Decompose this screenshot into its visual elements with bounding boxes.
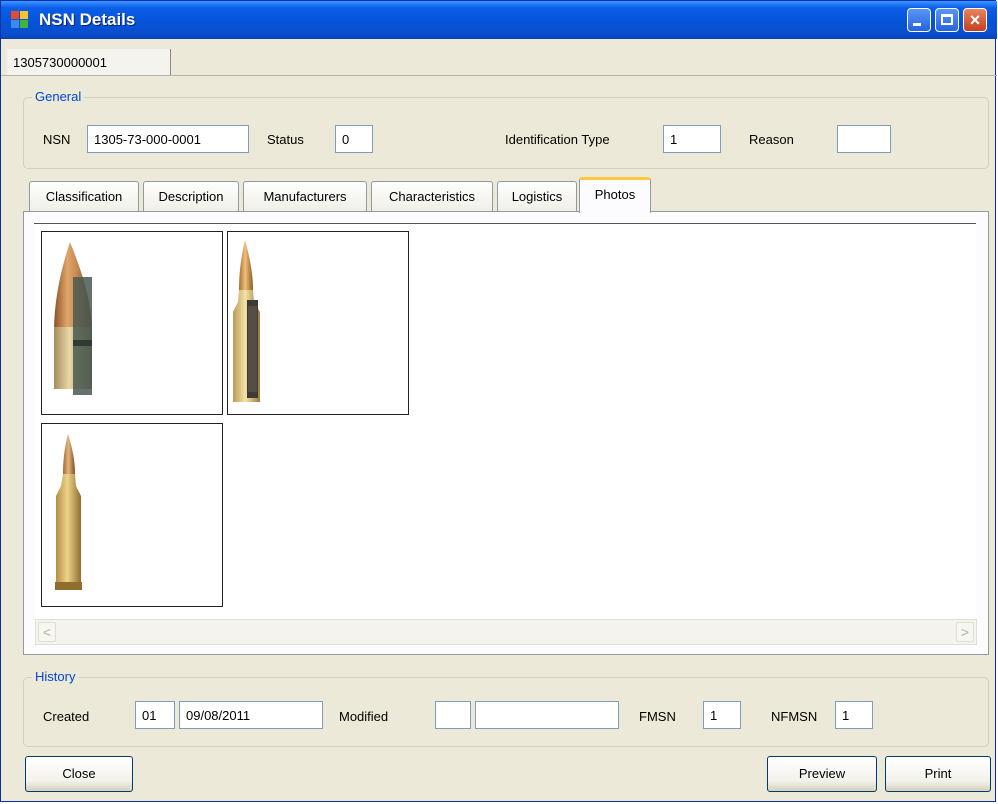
modified-code-field[interactable]: [435, 701, 471, 729]
document-tab-label: 1305730000001: [13, 55, 107, 70]
tab-photos[interactable]: Photos: [579, 177, 651, 213]
modified-label: Modified: [339, 709, 389, 724]
history-group-label: History: [32, 669, 79, 684]
maximize-button[interactable]: [935, 8, 959, 32]
cartridge-full-image: [55, 434, 82, 590]
document-tab-divider: [1, 75, 997, 76]
bullet-closeup-image: [54, 242, 92, 395]
close-window-button[interactable]: ×: [963, 8, 987, 32]
window-title: NSN Details: [39, 10, 136, 29]
identification-type-label: Identification Type: [505, 132, 610, 147]
minimize-button[interactable]: [907, 8, 931, 32]
reason-label: Reason: [749, 132, 794, 147]
created-date-field[interactable]: 09/08/2011: [179, 701, 323, 729]
tab-description[interactable]: Description: [143, 181, 239, 211]
reason-field[interactable]: [837, 125, 891, 153]
print-button[interactable]: Print: [885, 756, 991, 792]
scroll-left-icon[interactable]: <: [38, 622, 56, 642]
nfmsn-label: NFMSN: [771, 709, 818, 724]
cartridge-cutaway-image: [233, 240, 260, 402]
created-label: Created: [43, 709, 90, 724]
status-label: Status: [267, 132, 304, 147]
close-button[interactable]: Close: [25, 756, 133, 792]
created-code-field[interactable]: 01: [135, 701, 175, 729]
title-bar[interactable]: NSN Details ×: [1, 1, 997, 39]
horizontal-scrollbar[interactable]: < >: [35, 619, 977, 645]
nsn-label: NSN: [43, 132, 71, 147]
preview-button[interactable]: Preview: [767, 756, 877, 792]
nsn-field[interactable]: 1305-73-000-0001: [87, 125, 249, 153]
nfmsn-field[interactable]: 1: [835, 701, 873, 729]
photo-thumbnail[interactable]: [227, 231, 409, 415]
tab-manufacturers[interactable]: Manufacturers: [243, 181, 367, 211]
close-icon: ×: [969, 10, 981, 30]
identification-type-field[interactable]: 1: [663, 125, 721, 153]
photo-thumbnail[interactable]: [41, 423, 223, 607]
photo-gallery: [34, 223, 976, 620]
fmsn-label: FMSN: [639, 709, 676, 724]
nsn-details-window: NSN Details × 1305730000001 General NSN …: [0, 0, 997, 802]
document-tab[interactable]: 1305730000001: [7, 49, 171, 75]
tab-characteristics[interactable]: Characteristics: [371, 181, 493, 211]
status-field[interactable]: 0: [335, 125, 373, 153]
photo-thumbnail[interactable]: [41, 231, 223, 415]
scroll-right-icon[interactable]: >: [956, 622, 974, 642]
app-icon: [11, 11, 29, 29]
modified-date-field[interactable]: [475, 701, 619, 729]
tab-classification[interactable]: Classification: [29, 181, 139, 211]
tab-logistics[interactable]: Logistics: [497, 181, 577, 211]
fmsn-field[interactable]: 1: [703, 701, 741, 729]
general-group-label: General: [32, 89, 85, 104]
